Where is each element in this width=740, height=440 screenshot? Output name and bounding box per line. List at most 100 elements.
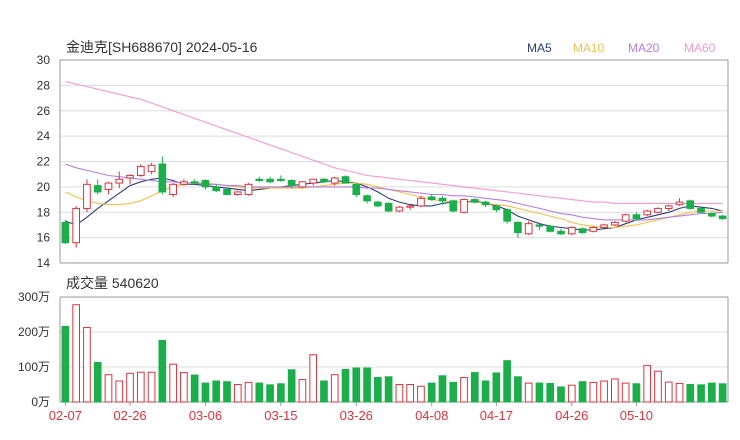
volume-bar [460,377,468,403]
date-tick-label: 02-26 [113,408,146,423]
candle-body [384,202,393,212]
candle-body [180,181,188,185]
volume-bar [535,382,544,403]
candle-body [136,166,145,176]
candle-body [277,178,285,182]
volume-bar [93,361,102,403]
legend-ma10: MA10 [573,41,605,55]
volume-bar [136,371,145,403]
candle-body [600,224,608,228]
price-y-axis: 14 16 18 20 22 24 26 28 30 [37,53,51,270]
volume-bar [643,365,652,403]
candle-body [514,221,522,234]
candle-body [481,201,490,206]
candle-body [535,224,544,227]
candle-body [406,205,415,208]
volume-bar [169,363,177,403]
price-tick-label: 20 [37,180,51,194]
volume-bar [330,374,339,403]
volume-bar [427,382,436,403]
price-tick-label: 22 [37,155,51,169]
candlesticks [61,156,727,248]
candle-body [223,188,231,195]
volume-bar [373,377,382,403]
date-tick-label: 04-17 [480,408,513,423]
volume-bar [600,380,608,403]
price-tick-label: 16 [37,231,51,245]
candle-body [621,214,630,222]
candle-body [212,186,221,192]
candle-body [255,178,264,182]
volume-bar [83,326,91,403]
price-tick-label: 18 [37,205,51,219]
candle-body [320,178,328,183]
stock-chart: 金迪克[SH688670] 2024-05-16 MA5 MA10 MA20 MA60… [18,39,729,423]
candle-body [309,178,318,184]
candle-body [578,228,587,234]
date-tick-label: 04-26 [555,408,588,423]
price-tick-label: 26 [37,104,51,118]
price-tick-label: 28 [37,78,51,92]
volume-bar [384,376,393,403]
candle-body [352,183,361,195]
volume-bar [115,380,124,403]
volume-bar [158,339,167,403]
volume-bar [320,380,328,403]
volume-bar [438,375,447,403]
candle-body [158,163,167,193]
candle-body [104,182,113,190]
candle-body [492,205,501,211]
volume-bar [233,384,242,403]
volume-bar [417,385,425,403]
volume-bar [126,372,134,403]
volume-bar [697,384,705,403]
volume-bar [514,376,522,403]
volume-bar [147,371,156,403]
volume-bar [675,382,684,403]
volume-bar [621,382,630,403]
volume-bar [298,379,307,403]
volume-bar [449,381,458,403]
candle-body [395,206,404,212]
candle-body [115,178,124,184]
price-chart-title: 金迪克[SH688670] 2024-05-16 [66,39,258,55]
candle-body [589,226,598,232]
volume-bar [567,384,576,403]
date-axis: 02-07 02-26 03-06 03-15 03-26 04-08 04-17 04-26… [49,402,653,423]
legend-ma60: MA60 [684,41,716,55]
candle-body [470,199,479,203]
price-tick-label: 14 [37,256,51,270]
candle-body [147,164,156,173]
candle-body [93,185,102,193]
date-tick-label: 03-15 [264,408,297,423]
volume-bar [352,367,361,403]
candle-body [524,223,533,235]
volume-bars [61,304,727,403]
volume-tick-label: 100万 [18,360,50,374]
price-tick-label: 24 [37,129,51,143]
price-tick-label: 30 [37,53,51,67]
volume-bar [524,382,533,403]
candle-body [449,200,458,212]
volume-bar [72,304,81,403]
candle-body [341,176,350,184]
volume-bar [190,374,199,403]
volume-bar [201,382,210,403]
volume-bar [557,386,565,403]
volume-bar [481,380,490,403]
volume-bar [363,367,371,403]
volume-tick-label: 200万 [18,325,50,339]
volume-bar [244,381,253,403]
candle-body [190,181,199,184]
volume-bar [277,383,285,403]
moving-average-lines [65,81,723,231]
candle-body [417,197,425,207]
volume-y-axis: 0万 100万 200万 300万 [18,290,50,409]
volume-bar [255,382,264,403]
candle-body [83,183,91,209]
date-tick-label: 05-10 [620,408,653,423]
volume-bar [341,368,350,403]
volume-bar [632,383,641,403]
candle-body [266,178,274,183]
candle-body [546,225,555,232]
